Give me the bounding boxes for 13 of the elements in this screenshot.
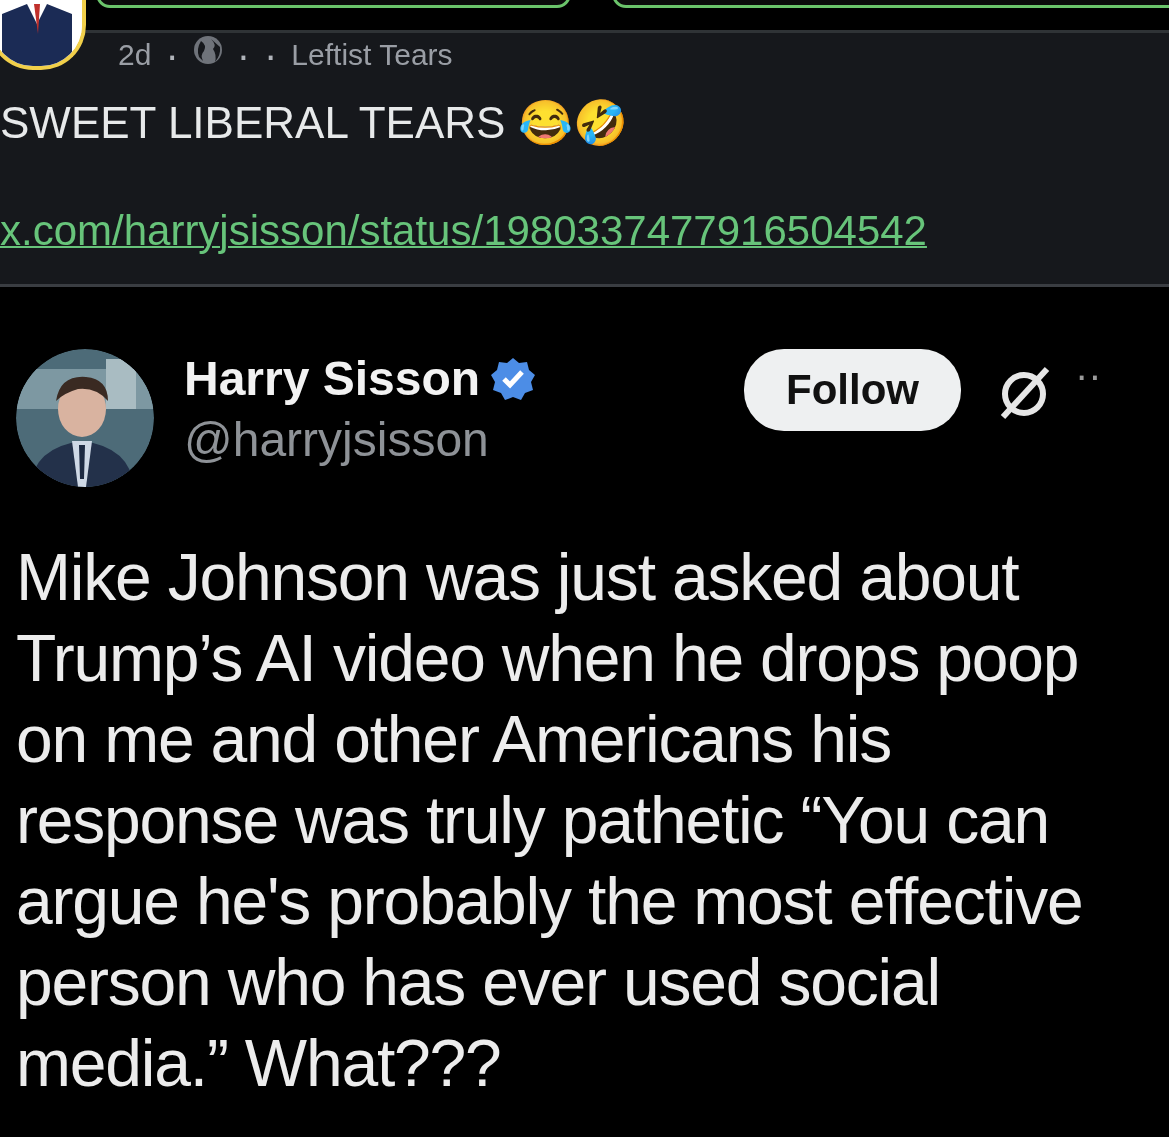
group-name[interactable]: Leftist Tears <box>291 37 453 73</box>
separator: · <box>264 37 278 73</box>
separator: · <box>165 37 179 73</box>
tweet-text: Mike Johnson was just asked about Trump’s AI video when he drops poop on me and other Americans his response was truly pathetic “You can argue he's probably the most effective person who has ever used social media.” What??? <box>16 539 1084 1102</box>
more-dots[interactable]: ·· <box>1075 355 1102 395</box>
separator: · <box>236 37 251 73</box>
post-link[interactable]: x.com/harryjsisson/status/1980337477916504542 <box>0 207 927 255</box>
follow-button[interactable]: Follow <box>744 349 961 431</box>
globe-icon <box>192 35 223 65</box>
post-time: 2d <box>118 37 152 73</box>
author-handle[interactable]: @harryjsisson <box>184 409 744 471</box>
post-text: SWEET LIBERAL TEARS 😂🤣 <box>0 97 629 149</box>
author-name[interactable]: Harry Sisson <box>184 349 481 409</box>
